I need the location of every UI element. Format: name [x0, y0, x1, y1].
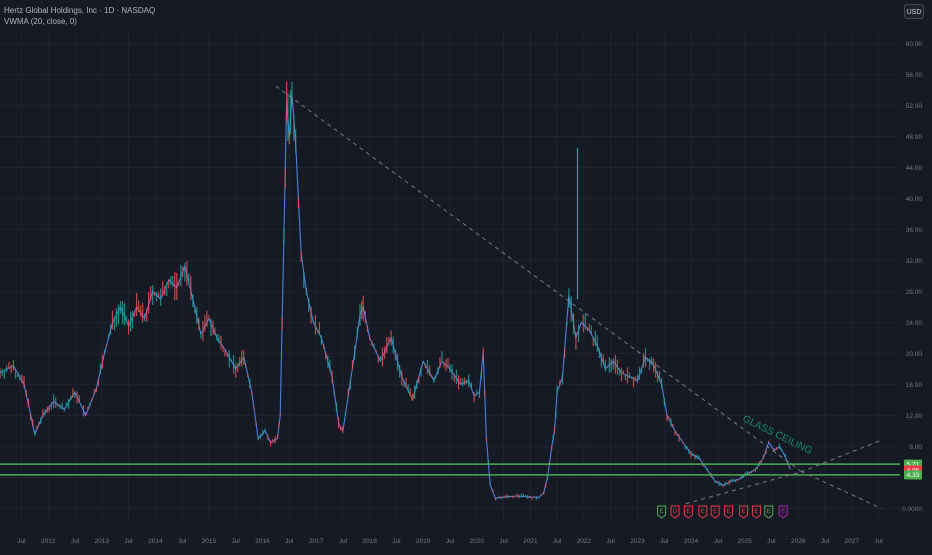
y-tick-label: 16.00: [906, 382, 923, 389]
x-tick-label: Jul: [660, 538, 669, 545]
event-marker-letter: E: [781, 509, 785, 515]
price-tag-label: 4.33: [907, 472, 920, 479]
x-tick-label: 2022: [577, 538, 592, 545]
y-tick-label: 44.00: [906, 165, 923, 172]
x-tick-label: Jul: [767, 538, 776, 545]
x-tick-label: Jul: [874, 538, 883, 545]
event-marker-letter: E: [767, 509, 771, 515]
event-marker[interactable]: E: [698, 505, 708, 519]
event-marker-letter: E: [727, 509, 731, 515]
x-tick-label: Jul: [285, 538, 294, 545]
event-marker[interactable]: E: [778, 505, 788, 519]
x-tick-label: Jul: [553, 538, 562, 545]
x-tick-label: 2023: [630, 538, 645, 545]
event-marker[interactable]: E: [724, 505, 734, 519]
event-marker[interactable]: E: [710, 505, 720, 519]
x-tick-label: 2019: [416, 538, 431, 545]
y-tick-label: 12.00: [906, 413, 923, 420]
symbol-title: Hertz Global Holdings, Inc · 1D · NASDAQ: [4, 6, 156, 15]
x-tick-label: 2015: [202, 538, 217, 545]
x-tick-label: 2018: [362, 538, 377, 545]
event-marker[interactable]: E: [764, 505, 774, 519]
y-tick-label: 24.00: [906, 320, 923, 327]
x-tick-label: 2021: [523, 538, 538, 545]
event-marker[interactable]: E: [751, 505, 761, 519]
x-tick-label: 2012: [41, 538, 56, 545]
indicator-label[interactable]: VWMA (20, close, 0): [4, 17, 77, 26]
y-tick-label: 8.00: [909, 444, 922, 451]
event-marker-letter: E: [701, 509, 705, 515]
y-tick-label: 48.00: [906, 134, 923, 141]
y-tick-label: 0.0000: [902, 506, 922, 513]
event-marker-letter: E: [742, 509, 746, 515]
x-tick-label: Jul: [607, 538, 616, 545]
x-tick-label: Jul: [339, 538, 348, 545]
x-tick-label: 2027: [845, 538, 860, 545]
event-marker-letter: D: [673, 509, 678, 515]
x-tick-label: Jul: [499, 538, 508, 545]
y-tick-label: 36.00: [906, 227, 923, 234]
event-marker-letter: E: [754, 509, 758, 515]
x-tick-label: Jul: [17, 538, 26, 545]
x-tick-label: 2016: [255, 538, 270, 545]
x-tick-label: Jul: [178, 538, 187, 545]
x-tick-label: 2017: [309, 538, 324, 545]
x-tick-label: Jul: [124, 538, 133, 545]
chart-background: [0, 0, 932, 550]
x-tick-label: Jul: [392, 538, 401, 545]
x-tick-label: 2026: [791, 538, 806, 545]
x-tick-label: 2025: [737, 538, 752, 545]
y-tick-label: 40.00: [906, 196, 923, 203]
x-tick-label: 2014: [148, 538, 163, 545]
y-tick-label: 52.00: [906, 103, 923, 110]
x-tick-label: 2020: [470, 538, 485, 545]
y-tick-label: 60.00: [906, 41, 923, 48]
chart-root[interactable]: GLASS CEILING EDEEEEEEEE 0.00004.008.001…: [0, 0, 932, 550]
currency-button[interactable]: USD: [904, 4, 924, 19]
y-tick-label: 28.00: [906, 289, 923, 296]
x-tick-label: 2013: [95, 538, 110, 545]
x-tick-label: Jul: [714, 538, 723, 545]
event-marker[interactable]: E: [657, 505, 667, 519]
event-marker[interactable]: E: [739, 505, 749, 519]
y-tick-label: 32.00: [906, 258, 923, 265]
x-tick-label: Jul: [821, 538, 830, 545]
y-tick-label: 56.00: [906, 72, 923, 79]
x-tick-label: Jul: [232, 538, 241, 545]
event-marker[interactable]: E: [683, 505, 693, 519]
event-marker-letter: E: [713, 509, 717, 515]
x-tick-label: 2024: [684, 538, 699, 545]
event-marker-letter: E: [686, 509, 690, 515]
y-tick-label: 20.00: [906, 351, 923, 358]
event-marker[interactable]: D: [670, 505, 680, 519]
price-chart[interactable]: GLASS CEILING EDEEEEEEEE 0.00004.008.001…: [0, 0, 932, 550]
event-marker-letter: E: [660, 509, 664, 515]
x-tick-label: Jul: [446, 538, 455, 545]
x-tick-label: Jul: [71, 538, 80, 545]
